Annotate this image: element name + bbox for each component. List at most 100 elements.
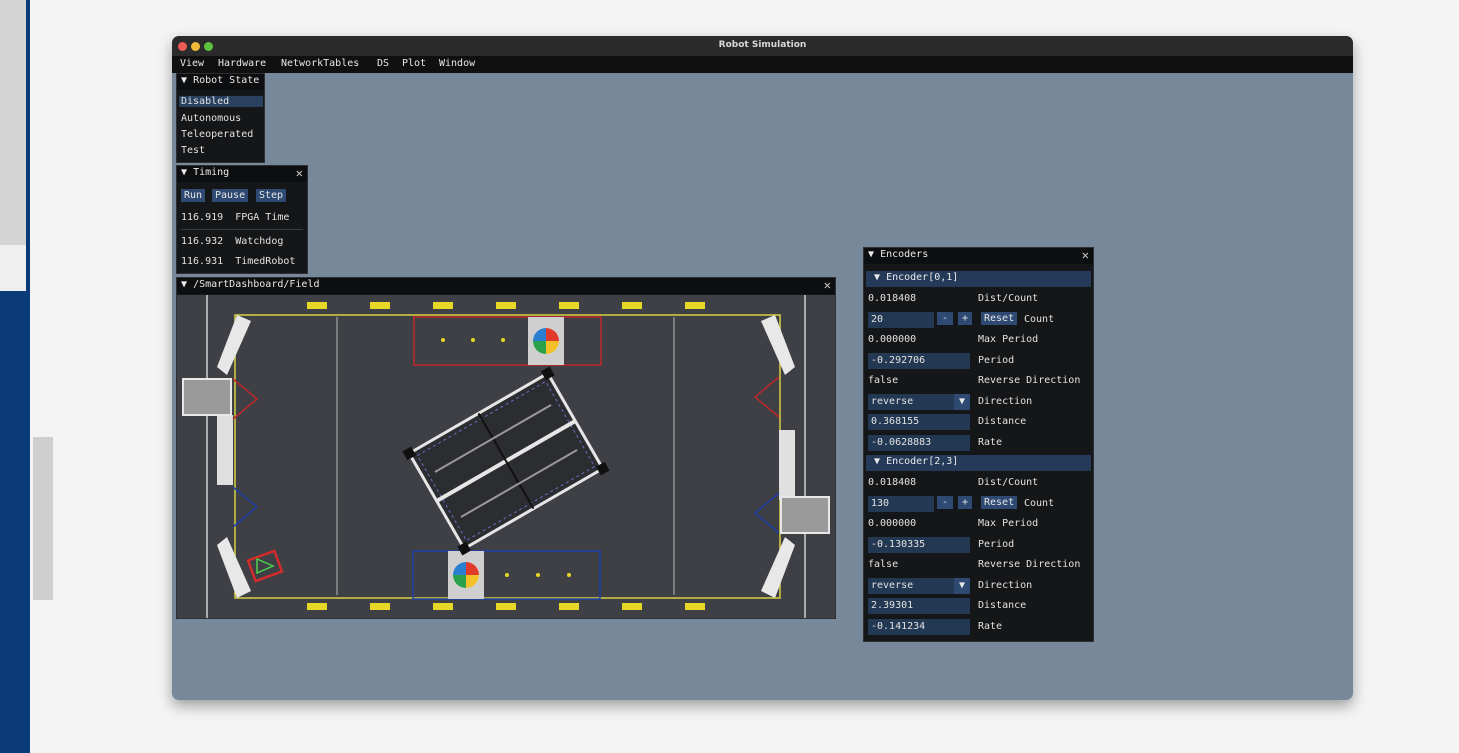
fpga-time-label: FPGA Time [235,212,290,223]
fpga-time-value: 116.919 [181,212,224,223]
chevron-down-icon[interactable]: ▼ [954,394,970,410]
encoder-2-3-count-label: Count [1024,498,1055,509]
collapse-triangle-icon[interactable]: ▼ [868,249,874,260]
encoder-2-3-rate-field: -0.141234 [868,619,970,635]
encoder-2-3-distance-field: 2.39301 [868,598,970,614]
encoder-0-1-decrement-button[interactable]: - [937,312,954,325]
encoder-2-3-reverse-value: false [868,559,899,570]
encoder-0-1-name: Encoder[0,1] [886,272,959,283]
encoder-2-3-reverse-label: Reverse Direction [978,559,1081,570]
robot-state-panel: ▼ Robot State Disabled Autonomous Teleop… [176,73,265,163]
encoder-2-3-dist-count-label: Dist/Count [978,477,1039,488]
fpga-time-row: 116.919 FPGA Time [181,212,289,223]
close-icon[interactable]: ✕ [1082,248,1089,262]
watchdog-label: Watchdog [235,236,284,247]
encoder-2-3-decrement-button[interactable]: - [937,496,954,509]
page-scroll-strip [33,437,53,600]
encoder-0-1-distance-field: 0.368155 [868,414,970,430]
encoder-2-3-period-field: -0.130335 [868,537,970,553]
collapse-triangle-icon[interactable]: ▼ [874,272,880,283]
chevron-down-icon[interactable]: ▼ [954,578,970,594]
robot-state-title: Robot State [193,75,260,86]
timedrobot-row: 116.931 TimedRobot [181,256,295,267]
encoder-2-3-name: Encoder[2,3] [886,456,959,467]
encoder-0-1-increment-button[interactable]: + [958,312,973,325]
encoders-title: Encoders [880,249,929,260]
menu-view[interactable]: View [180,58,204,69]
collapse-triangle-icon[interactable]: ▼ [181,75,187,86]
pause-button[interactable]: Pause [212,189,249,202]
field-drawing [177,295,835,618]
encoder-2-3-rate-value: -0.141234 [871,621,926,632]
encoder-2-3-direction-value: reverse [871,580,914,591]
timedrobot-label: TimedRobot [235,256,296,267]
encoder-2-3-increment-button[interactable]: + [958,496,973,509]
menu-plot[interactable]: Plot [402,58,426,69]
robot-state-header[interactable]: ▼ Robot State [177,74,264,90]
encoder-0-1-count-label: Count [1024,314,1055,325]
field-panel: ▼ /SmartDashboard/Field ✕ [176,277,836,619]
field-view[interactable] [177,295,835,618]
menu-hardware[interactable]: Hardware [218,58,266,69]
robot-state-autonomous[interactable]: Autonomous [181,113,241,124]
encoder-2-3-rate-label: Rate [978,621,1003,632]
encoder-0-1-count-value: 20 [871,314,884,325]
encoder-0-1-header[interactable]: ▼ Encoder[0,1] [866,271,1091,287]
encoder-2-3-max-period-value: 0.000000 [868,518,917,529]
timing-divider [181,229,303,230]
watchdog-row: 116.932 Watchdog [181,236,283,247]
encoder-2-3-distance-value: 2.39301 [871,600,914,611]
field-header[interactable]: ▼ /SmartDashboard/Field ✕ [177,278,835,294]
window-titlebar: Robot Simulation [172,36,1353,56]
encoder-2-3-max-period-label: Max Period [978,518,1039,529]
menu-window[interactable]: Window [439,58,475,69]
run-button[interactable]: Run [181,189,206,202]
timing-header[interactable]: ▼ Timing ✕ [177,166,307,182]
encoder-0-1-reset-button[interactable]: Reset [981,312,1018,325]
encoder-2-3-reset-button[interactable]: Reset [981,496,1018,509]
encoder-0-1-distance-value: 0.368155 [871,416,920,427]
encoder-2-3-header[interactable]: ▼ Encoder[2,3] [866,455,1091,471]
encoder-0-1-period-label: Period [978,355,1015,366]
close-icon[interactable]: ✕ [824,278,831,292]
close-icon[interactable]: ✕ [296,166,303,180]
menu-ds[interactable]: DS [377,58,389,69]
encoder-2-3-count-input[interactable]: 130 [868,496,934,512]
encoder-2-3-direction-label: Direction [978,580,1033,591]
menu-bar: View Hardware NetworkTables DS Plot Wind… [172,56,1353,73]
encoder-0-1-distance-label: Distance [978,416,1027,427]
encoder-0-1-period-value: -0.292706 [871,355,926,366]
encoder-0-1-rate-label: Rate [978,437,1003,448]
window-title: Robot Simulation [718,40,807,50]
watchdog-value: 116.932 [181,236,224,247]
encoder-2-3-dist-count-value: 0.018408 [868,477,917,488]
field-title: /SmartDashboard/Field [193,279,320,290]
encoder-0-1-direction-select[interactable]: reverse ▼ [868,394,970,410]
encoder-2-3-direction-select[interactable]: reverse ▼ [868,578,970,594]
encoder-2-3-period-value: -0.130335 [871,539,926,550]
encoder-0-1-max-period-value: 0.000000 [868,334,917,345]
encoder-2-3-period-label: Period [978,539,1015,550]
encoder-0-1-direction-value: reverse [871,396,914,407]
timedrobot-value: 116.931 [181,256,224,267]
encoder-0-1-count-input[interactable]: 20 [868,312,934,328]
encoders-panel: ▼ Encoders ✕ ▼ Encoder[0,1] 0.018408 Dis… [863,247,1094,642]
collapse-triangle-icon[interactable]: ▼ [874,456,880,467]
robot-state-teleoperated[interactable]: Teleoperated [181,129,253,140]
encoders-header[interactable]: ▼ Encoders ✕ [864,248,1093,264]
collapse-triangle-icon[interactable]: ▼ [181,279,187,290]
encoder-0-1-dist-count-value: 0.018408 [868,293,917,304]
menu-networktables[interactable]: NetworkTables [281,58,359,69]
collapse-triangle-icon[interactable]: ▼ [181,167,187,178]
encoder-2-3-count-value: 130 [871,498,890,509]
encoder-2-3-distance-label: Distance [978,600,1027,611]
timing-panel: ▼ Timing ✕ Run Pause Step 116.919 FPGA T… [176,165,308,274]
step-button[interactable]: Step [256,189,287,202]
robot-state-disabled[interactable]: Disabled [179,96,263,107]
robot-simulation-window: Robot Simulation View Hardware NetworkTa… [172,36,1353,700]
encoder-0-1-direction-label: Direction [978,396,1033,407]
page-left-panel [0,0,26,245]
page-left-tab [0,245,26,291]
robot-state-test[interactable]: Test [181,145,205,156]
encoder-0-1-rate-field: -0.0628883 [868,435,970,451]
